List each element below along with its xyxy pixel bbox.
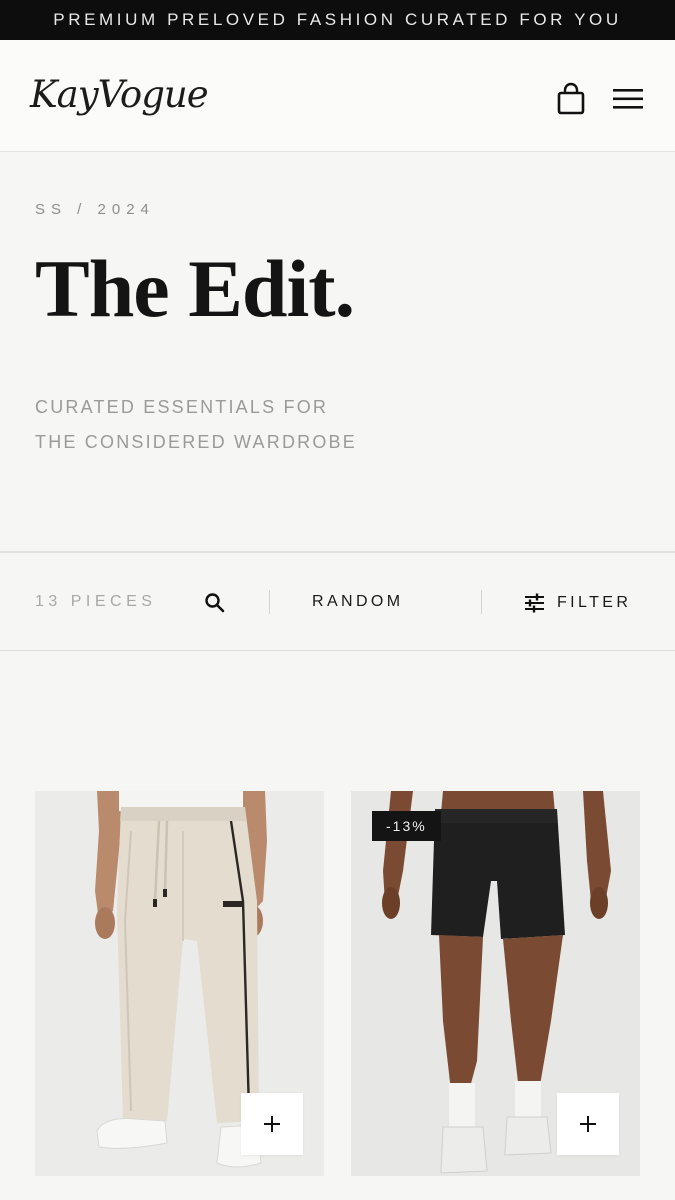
site-header: KayVogue: [0, 40, 675, 152]
hero-subtitle-line: CURATED ESSENTIALS FOR: [35, 397, 329, 417]
announcement-bar: PREMIUM PRELOVED FASHION CURATED FOR YOU: [0, 0, 675, 40]
logo[interactable]: KayVogue: [30, 73, 209, 116]
toolbar-divider: [481, 590, 482, 614]
search-icon: [205, 593, 225, 613]
add-to-cart-button[interactable]: [241, 1093, 303, 1155]
hero-subtitle: CURATED ESSENTIALS FOR THE CONSIDERED WA…: [35, 390, 357, 460]
page-title: The Edit.: [35, 243, 355, 334]
add-to-cart-button[interactable]: [557, 1093, 619, 1155]
product-card[interactable]: [35, 791, 324, 1176]
product-toolbar: 13 PIECES RANDOM FILTER: [0, 551, 675, 651]
plus-icon: [580, 1116, 596, 1132]
cart-button[interactable]: [555, 82, 587, 116]
season-label: SS / 2024: [35, 201, 155, 218]
discount-badge: -13%: [372, 811, 441, 841]
search-button[interactable]: [204, 592, 226, 614]
product-card[interactable]: -13%: [351, 791, 640, 1176]
plus-icon: [264, 1116, 280, 1132]
menu-button[interactable]: [612, 86, 644, 112]
shopping-bag-icon: [557, 82, 585, 115]
hero-subtitle-line: THE CONSIDERED WARDROBE: [35, 432, 357, 452]
item-count: 13 PIECES: [35, 593, 157, 610]
sliders-icon: [525, 593, 544, 613]
hero-section: SS / 2024 The Edit. CURATED ESSENTIALS F…: [0, 153, 675, 551]
hamburger-menu-icon: [613, 89, 643, 109]
toolbar-divider: [269, 590, 270, 614]
filter-label: FILTER: [557, 594, 632, 611]
announcement-text: PREMIUM PRELOVED FASHION CURATED FOR YOU: [53, 10, 622, 29]
sort-select[interactable]: RANDOM: [312, 593, 404, 611]
filter-button[interactable]: FILTER: [524, 591, 631, 615]
